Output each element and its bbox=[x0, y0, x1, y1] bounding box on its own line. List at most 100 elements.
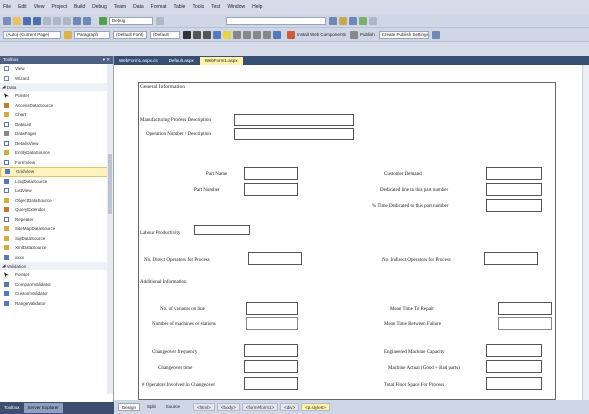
options-icon[interactable] bbox=[369, 16, 377, 25]
toolbox-item-queryextender[interactable]: QueryExtender bbox=[0, 205, 113, 215]
breadcrumb-html[interactable]: <html> bbox=[193, 403, 215, 411]
input-no-variants[interactable] bbox=[246, 302, 298, 315]
menu-edit[interactable]: Edit bbox=[18, 4, 27, 10]
input-no-indirect[interactable] bbox=[484, 252, 538, 265]
toolbox-item-rangevalidator[interactable]: RangeValidator bbox=[0, 299, 113, 309]
find-combo[interactable] bbox=[226, 16, 326, 25]
tab-webform1-aspx[interactable]: WebForm1.aspx bbox=[199, 57, 243, 65]
menu-file[interactable]: File bbox=[3, 4, 11, 10]
tab-server-explorer[interactable]: Server Explorer bbox=[23, 403, 63, 413]
menu-build[interactable]: Build bbox=[74, 4, 85, 10]
bold-icon[interactable] bbox=[183, 30, 191, 39]
toolbox-item-objectdatasource[interactable]: ObjectDataSource bbox=[0, 196, 113, 206]
publish-icon[interactable] bbox=[349, 30, 358, 39]
save-icon[interactable] bbox=[23, 16, 31, 25]
input-customer-demand[interactable] bbox=[486, 167, 542, 180]
toolbox-icon[interactable] bbox=[359, 16, 367, 25]
input-labour-productivity[interactable] bbox=[194, 225, 250, 235]
menu-table[interactable]: Table bbox=[174, 4, 186, 10]
input-no-direct[interactable] bbox=[248, 252, 302, 265]
toolbox-item-listview[interactable]: ListView bbox=[0, 186, 113, 196]
paste-icon[interactable] bbox=[63, 16, 71, 25]
toolbox-item-sitemapdatasource[interactable]: SiteMapDataSource bbox=[0, 224, 113, 234]
toolbox-group-data[interactable]: ◢ Data bbox=[0, 83, 113, 91]
redo-icon[interactable] bbox=[83, 16, 91, 25]
toolbox-item-entitydatasource[interactable]: EntityDataSource bbox=[0, 148, 113, 158]
dropdown-arrow-icon[interactable] bbox=[156, 16, 164, 25]
input-changeover-time[interactable] bbox=[244, 360, 298, 373]
link-icon[interactable] bbox=[273, 30, 281, 39]
toolbox-item-formview[interactable]: FormView bbox=[0, 158, 113, 168]
italic-icon[interactable] bbox=[193, 30, 201, 39]
highlight-icon[interactable] bbox=[223, 30, 231, 39]
input-mttr[interactable] bbox=[498, 302, 552, 315]
toolbox-item-chart[interactable]: Chart bbox=[0, 110, 113, 120]
input-mtbf[interactable] bbox=[498, 317, 552, 330]
menu-tools[interactable]: Tools bbox=[192, 4, 204, 10]
install-components-icon[interactable] bbox=[287, 30, 295, 39]
toolbox-item-xxxx[interactable]: xxxx bbox=[0, 253, 113, 263]
menu-view[interactable]: View bbox=[34, 4, 45, 10]
design-view-button[interactable]: Design bbox=[118, 403, 141, 411]
breadcrumb-form[interactable]: <form#form1> bbox=[241, 403, 279, 411]
input-machine-actual[interactable] bbox=[486, 360, 542, 373]
input-changeover-freq[interactable] bbox=[244, 344, 298, 357]
undo-icon[interactable] bbox=[73, 16, 81, 25]
toolbox-item-validation-pointer[interactable]: Pointer bbox=[0, 270, 113, 280]
font-name-combo[interactable]: (Default Font) bbox=[113, 30, 147, 39]
solution-config-combo[interactable]: Debug bbox=[109, 16, 153, 25]
input-time-dedicated[interactable] bbox=[486, 199, 542, 212]
source-view-button[interactable]: Source bbox=[163, 403, 183, 411]
toolbox-group-validation[interactable]: ◢ Validation bbox=[0, 262, 113, 270]
toolbox-item-pointer[interactable]: Pointer bbox=[0, 91, 113, 101]
align-center-icon[interactable] bbox=[243, 30, 251, 39]
toolbox-item-linqdatasource[interactable]: LinqDataSource bbox=[0, 177, 113, 187]
block-format-combo[interactable]: Paragraph bbox=[74, 30, 110, 39]
input-dedicated-line[interactable] bbox=[486, 183, 542, 196]
toolbox-item-datapager[interactable]: DataPager bbox=[0, 129, 113, 139]
font-color-icon[interactable] bbox=[213, 30, 221, 39]
input-total-floor[interactable] bbox=[486, 377, 542, 390]
toolbox-item-view[interactable]: View bbox=[0, 64, 113, 74]
input-part-name[interactable] bbox=[244, 167, 298, 180]
toolbox-item-comparevalidator[interactable]: CompareValidator bbox=[0, 280, 113, 290]
toolbox-item-datalist[interactable]: DataList bbox=[0, 120, 113, 130]
input-engineered-capacity[interactable] bbox=[486, 344, 542, 357]
menu-format[interactable]: Format bbox=[151, 4, 167, 10]
publish-web-icon[interactable] bbox=[431, 30, 440, 39]
toolbox-item-wizard[interactable]: Wizard bbox=[0, 74, 113, 84]
breadcrumb-div[interactable]: <div> bbox=[280, 403, 300, 411]
toolbox-item-detailsview[interactable]: DetailsView bbox=[0, 139, 113, 149]
design-surface[interactable]: General Information Manufacturing Proces… bbox=[114, 65, 589, 400]
publish-settings-combo[interactable]: Create Publish Settings bbox=[378, 30, 429, 39]
style-icon[interactable] bbox=[64, 30, 72, 39]
tab-webform1-cs[interactable]: WebForm1.aspx.cs bbox=[114, 57, 163, 65]
toolbox-item-repeater[interactable]: Repeater bbox=[0, 215, 113, 225]
input-part-number[interactable] bbox=[244, 183, 298, 196]
toolbox-item-xmldatasource[interactable]: XmlDataSource bbox=[0, 243, 113, 253]
install-components-button[interactable]: Install Web Components bbox=[297, 32, 346, 37]
find-icon[interactable] bbox=[329, 16, 337, 25]
toolbox-item-customvalidator[interactable]: CustomValidator bbox=[0, 289, 113, 299]
toolbox-item-accessdatasource[interactable]: AccessDataSource bbox=[0, 101, 113, 111]
menu-help[interactable]: Help bbox=[252, 4, 262, 10]
bullets-icon[interactable] bbox=[253, 30, 261, 39]
solution-explorer-icon[interactable] bbox=[339, 16, 347, 25]
breadcrumb-body[interactable]: <body> bbox=[216, 403, 240, 411]
cut-icon[interactable] bbox=[43, 16, 51, 25]
input-no-machines[interactable] bbox=[246, 317, 298, 330]
copy-icon[interactable] bbox=[53, 16, 61, 25]
font-size-combo[interactable]: (Default bbox=[150, 30, 180, 39]
menu-data[interactable]: Data bbox=[133, 4, 144, 10]
underline-icon[interactable] bbox=[203, 30, 211, 39]
target-rule-combo[interactable]: (Auto) (Current Page) bbox=[3, 30, 61, 39]
toolbox-item-gridview[interactable]: GridView bbox=[0, 167, 113, 177]
save-all-icon[interactable] bbox=[33, 16, 41, 25]
toolbox-item-sqldatasource[interactable]: SqlDataSource bbox=[0, 234, 113, 244]
new-project-icon[interactable] bbox=[3, 16, 11, 25]
properties-icon[interactable] bbox=[349, 16, 357, 25]
input-op-desc[interactable] bbox=[234, 128, 354, 140]
input-mfg-desc[interactable] bbox=[234, 114, 354, 126]
toolbox-scroll-thumb[interactable] bbox=[108, 154, 112, 214]
toolbox-scrollbar[interactable] bbox=[107, 64, 113, 394]
